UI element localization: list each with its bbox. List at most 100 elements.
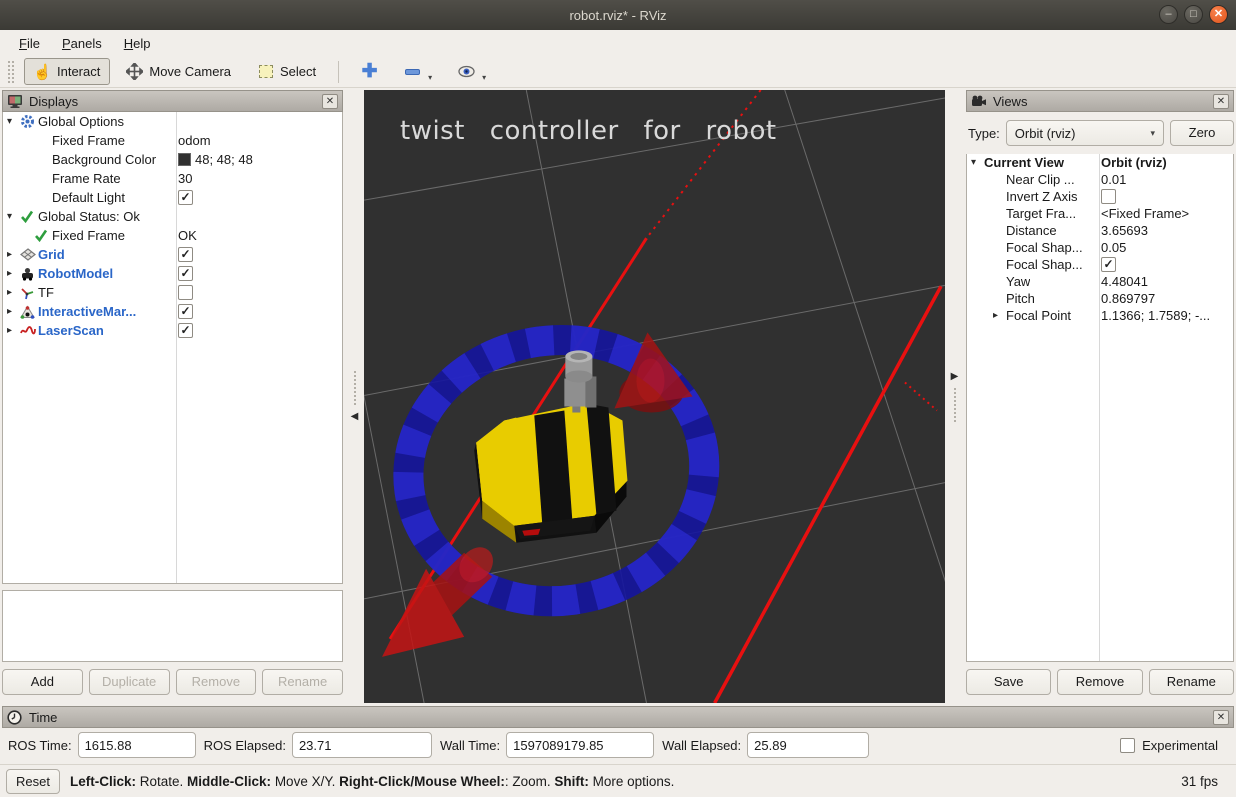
value-text[interactable]: <Fixed Frame>: [1101, 206, 1189, 221]
maximize-button[interactable]: □: [1184, 5, 1203, 24]
right-splitter[interactable]: ▶: [945, 90, 964, 703]
rename-button[interactable]: Rename: [262, 669, 343, 695]
tree-row[interactable]: Frame Rate30: [3, 169, 342, 188]
ros-time-input[interactable]: [78, 732, 196, 758]
collapse-left-icon[interactable]: ◀: [351, 411, 359, 422]
save-button[interactable]: Save: [966, 669, 1051, 695]
tree-item-label: Yaw: [1006, 274, 1030, 289]
tree-row[interactable]: ▸Grid✓: [3, 245, 342, 264]
select-tool-button[interactable]: Select: [247, 58, 326, 85]
value-text[interactable]: Orbit (rviz): [1101, 155, 1167, 170]
expander-open-icon[interactable]: ▾: [7, 116, 20, 127]
value-text[interactable]: 1.1366; 1.7589; -...: [1101, 308, 1210, 323]
checkbox[interactable]: ✓: [178, 266, 193, 281]
checkbox[interactable]: ✓: [178, 190, 193, 205]
tree-row[interactable]: ▾Current ViewOrbit (rviz): [967, 154, 1233, 171]
value-text[interactable]: 30: [178, 171, 192, 186]
value-text[interactable]: 0.869797: [1101, 291, 1155, 306]
tree-row[interactable]: Yaw 4.48041: [967, 273, 1233, 290]
checkbox[interactable]: ✓: [178, 304, 193, 319]
splitter-handle[interactable]: [354, 371, 356, 405]
wall-elapsed-input[interactable]: [747, 732, 869, 758]
view-type-dropdown[interactable]: Orbit (rviz) ▾: [1006, 120, 1164, 146]
menu-help[interactable]: Help: [115, 33, 160, 54]
tree-row[interactable]: ▸TF: [3, 283, 342, 302]
expander-closed-icon[interactable]: ▸: [7, 306, 20, 317]
tree-row[interactable]: ▸Focal Point1.1366; 1.7589; -...: [967, 307, 1233, 324]
checkbox[interactable]: [178, 285, 193, 300]
menu-panels[interactable]: Panels: [53, 33, 111, 54]
value-text[interactable]: odom: [178, 133, 211, 148]
rename-view-button[interactable]: Rename: [1149, 669, 1234, 695]
tree-row[interactable]: Target Fra...<Fixed Frame>: [967, 205, 1233, 222]
tree-row[interactable]: ▾Global Status: Ok: [3, 207, 342, 226]
value-text[interactable]: 3.65693: [1101, 223, 1148, 238]
menu-file[interactable]: File: [10, 33, 49, 54]
expander-closed-icon[interactable]: ▸: [7, 287, 20, 298]
tree-row[interactable]: Near Clip ... 0.01: [967, 171, 1233, 188]
tree-row[interactable]: ▾Global Options: [3, 112, 342, 131]
tree-row[interactable]: ▸RobotModel✓: [3, 264, 342, 283]
focus-camera-tool-button[interactable]: ▾: [448, 58, 496, 85]
collapse-right-icon[interactable]: ▶: [951, 371, 959, 382]
checkbox[interactable]: ✓: [178, 323, 193, 338]
views-panel-header[interactable]: Views ✕: [966, 90, 1234, 112]
main-area: Displays ✕ ▾Global OptionsFixed Frameodo…: [0, 88, 1236, 705]
tree-row[interactable]: ▸LaserScan✓: [3, 321, 342, 340]
add-button[interactable]: Add: [2, 669, 83, 695]
zoom-out-tool-button[interactable]: ▾: [394, 58, 442, 85]
value-text[interactable]: 48; 48; 48: [195, 152, 253, 167]
expander-closed-icon[interactable]: ▸: [7, 249, 20, 260]
tree-row[interactable]: Invert Z Axis: [967, 188, 1233, 205]
help-segment: Left-Click:: [70, 774, 136, 789]
close-icon[interactable]: ✕: [322, 94, 338, 109]
displays-panel-header[interactable]: Displays ✕: [2, 90, 343, 112]
close-icon[interactable]: ✕: [1213, 94, 1229, 109]
time-panel-header[interactable]: Time ✕: [2, 706, 1234, 728]
tree-row[interactable]: Fixed Frameodom: [3, 131, 342, 150]
tree-row[interactable]: Background Color48; 48; 48: [3, 150, 342, 169]
wall-time-input[interactable]: [506, 732, 654, 758]
color-swatch[interactable]: [178, 153, 191, 166]
expander-closed-icon[interactable]: ▸: [7, 325, 20, 336]
expander-closed-icon[interactable]: ▸: [993, 310, 1006, 321]
zoom-in-tool-button[interactable]: ✚: [351, 58, 388, 85]
expander-open-icon[interactable]: ▾: [971, 157, 984, 168]
value-text[interactable]: OK: [178, 228, 197, 243]
ros-elapsed-input[interactable]: [292, 732, 432, 758]
experimental-checkbox[interactable]: [1120, 738, 1135, 753]
toolbar-drag-handle[interactable]: [8, 61, 14, 83]
3d-viewport[interactable]: twist controller for robot: [364, 90, 945, 703]
remove-view-button[interactable]: Remove: [1057, 669, 1142, 695]
duplicate-button[interactable]: Duplicate: [89, 669, 170, 695]
left-splitter[interactable]: ◀: [345, 90, 364, 703]
checkbox[interactable]: [1101, 189, 1116, 204]
minimize-icon: –: [1165, 9, 1171, 20]
move-camera-tool-button[interactable]: Move Camera: [116, 58, 241, 85]
value-text[interactable]: 0.05: [1101, 240, 1126, 255]
checkbox[interactable]: ✓: [1101, 257, 1116, 272]
time-panel: Time ✕ ROS Time: ROS Elapsed: Wall Time:…: [0, 705, 1236, 764]
expander-open-icon[interactable]: ▾: [7, 211, 20, 222]
tree-row[interactable]: Pitch0.869797: [967, 290, 1233, 307]
zero-button[interactable]: Zero: [1170, 120, 1234, 146]
tree-row[interactable]: Default Light✓: [3, 188, 342, 207]
tree-row[interactable]: Focal Shap...0.05: [967, 239, 1233, 256]
expander-closed-icon[interactable]: ▸: [7, 268, 20, 279]
minimize-button[interactable]: –: [1159, 5, 1178, 24]
splitter-handle[interactable]: [954, 388, 956, 422]
tree-row[interactable]: Focal Shap...✓: [967, 256, 1233, 273]
reset-button[interactable]: Reset: [6, 769, 60, 794]
remove-button[interactable]: Remove: [176, 669, 257, 695]
checkbox[interactable]: ✓: [178, 247, 193, 262]
value-text[interactable]: 0.01: [1101, 172, 1126, 187]
interact-tool-button[interactable]: ☝ Interact: [24, 58, 110, 85]
close-button[interactable]: ✕: [1209, 5, 1228, 24]
tree-row[interactable]: Fixed FrameOK: [3, 226, 342, 245]
value-text[interactable]: 4.48041: [1101, 274, 1148, 289]
close-icon[interactable]: ✕: [1213, 710, 1229, 725]
tree-item-label: Near Clip ...: [1006, 172, 1075, 187]
statusbar: Reset Left-Click: Rotate. Middle-Click: …: [0, 764, 1236, 797]
tree-row[interactable]: Distance3.65693: [967, 222, 1233, 239]
tree-row[interactable]: ▸InteractiveMar...✓: [3, 302, 342, 321]
